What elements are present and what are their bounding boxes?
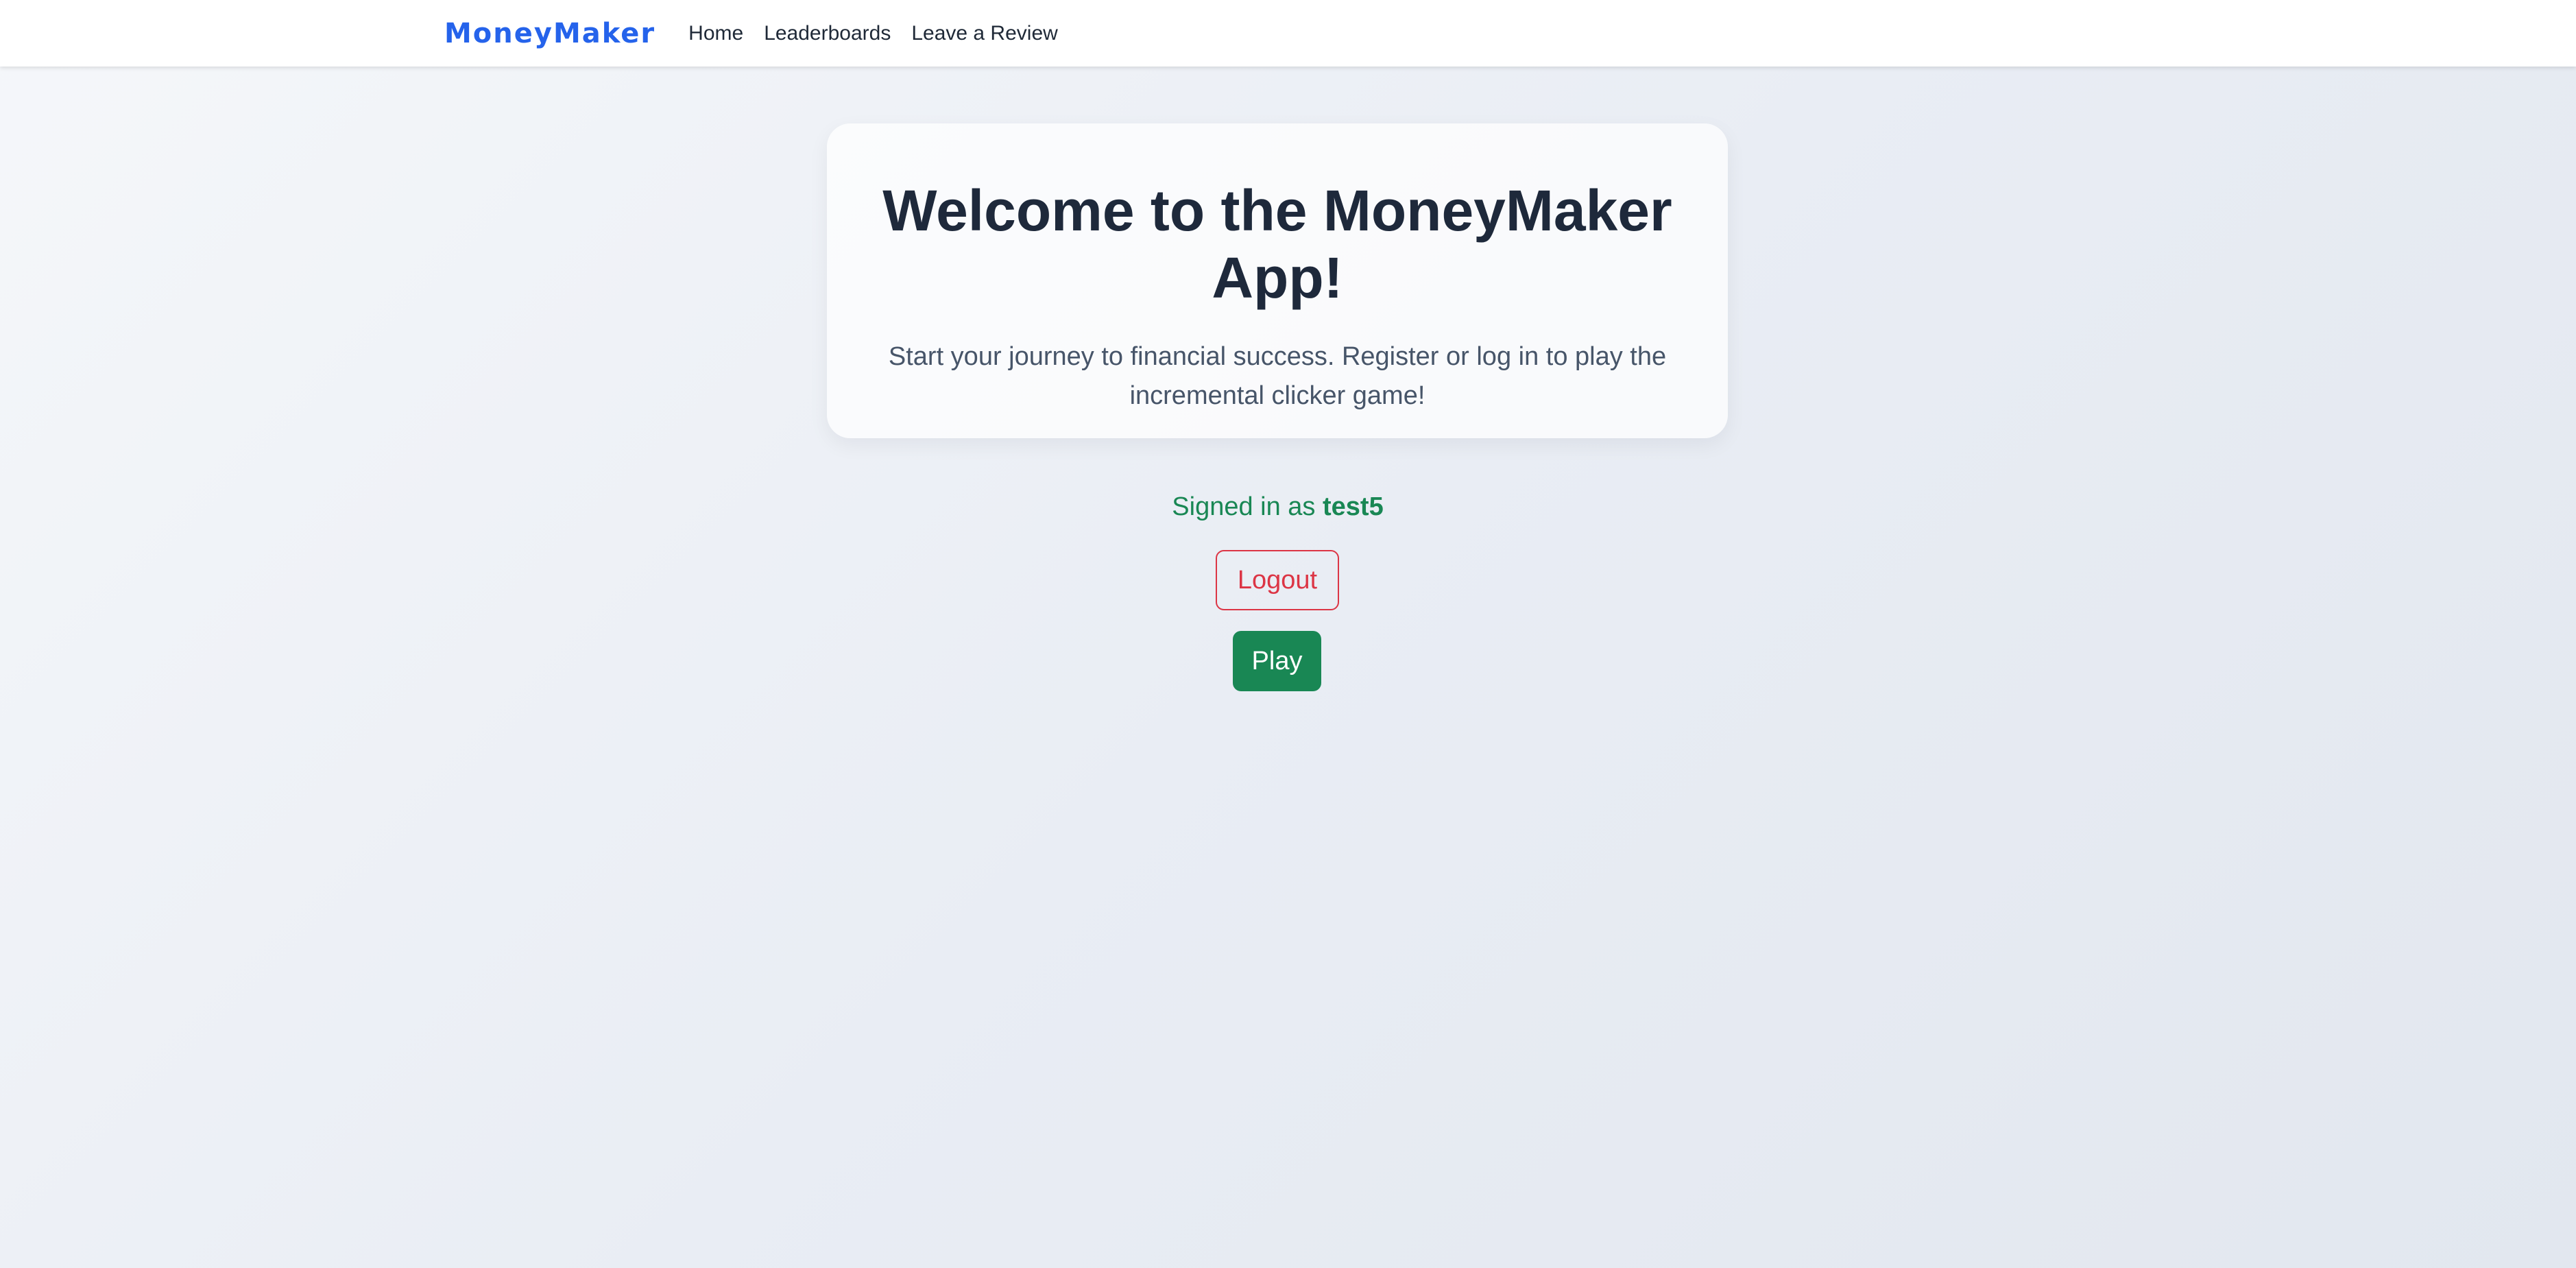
nav-link-leave-review[interactable]: Leave a Review: [911, 22, 1057, 45]
welcome-subtitle: Start your journey to financial success.…: [888, 342, 1667, 410]
nav-link-home[interactable]: Home: [688, 22, 743, 45]
signed-in-status: Signed in as test5: [0, 492, 2555, 522]
nav-item-review: Leave a Review: [911, 22, 1078, 45]
nav-link-leaderboards[interactable]: Leaderboards: [764, 22, 891, 45]
play-button[interactable]: Play: [1233, 631, 1321, 691]
navbar-container: MoneyMaker Home Leaderboards Leave a Rev…: [444, 0, 1079, 67]
signed-in-prefix: Signed in as: [1172, 492, 1316, 521]
welcome-card: Welcome to the MoneyMaker App! Start you…: [827, 123, 1728, 438]
signed-in-username: test5: [1323, 492, 1384, 521]
welcome-title: Welcome to the MoneyMaker App!: [882, 178, 1672, 310]
top-navbar: MoneyMaker Home Leaderboards Leave a Rev…: [0, 0, 2576, 67]
brand-logo-link[interactable]: MoneyMaker: [444, 18, 655, 49]
nav-item-leaderboards: Leaderboards: [764, 22, 911, 45]
nav-item-home: Home: [688, 22, 764, 45]
nav-links: Home Leaderboards Leave a Review: [688, 22, 1079, 45]
logout-button[interactable]: Logout: [1216, 550, 1339, 610]
